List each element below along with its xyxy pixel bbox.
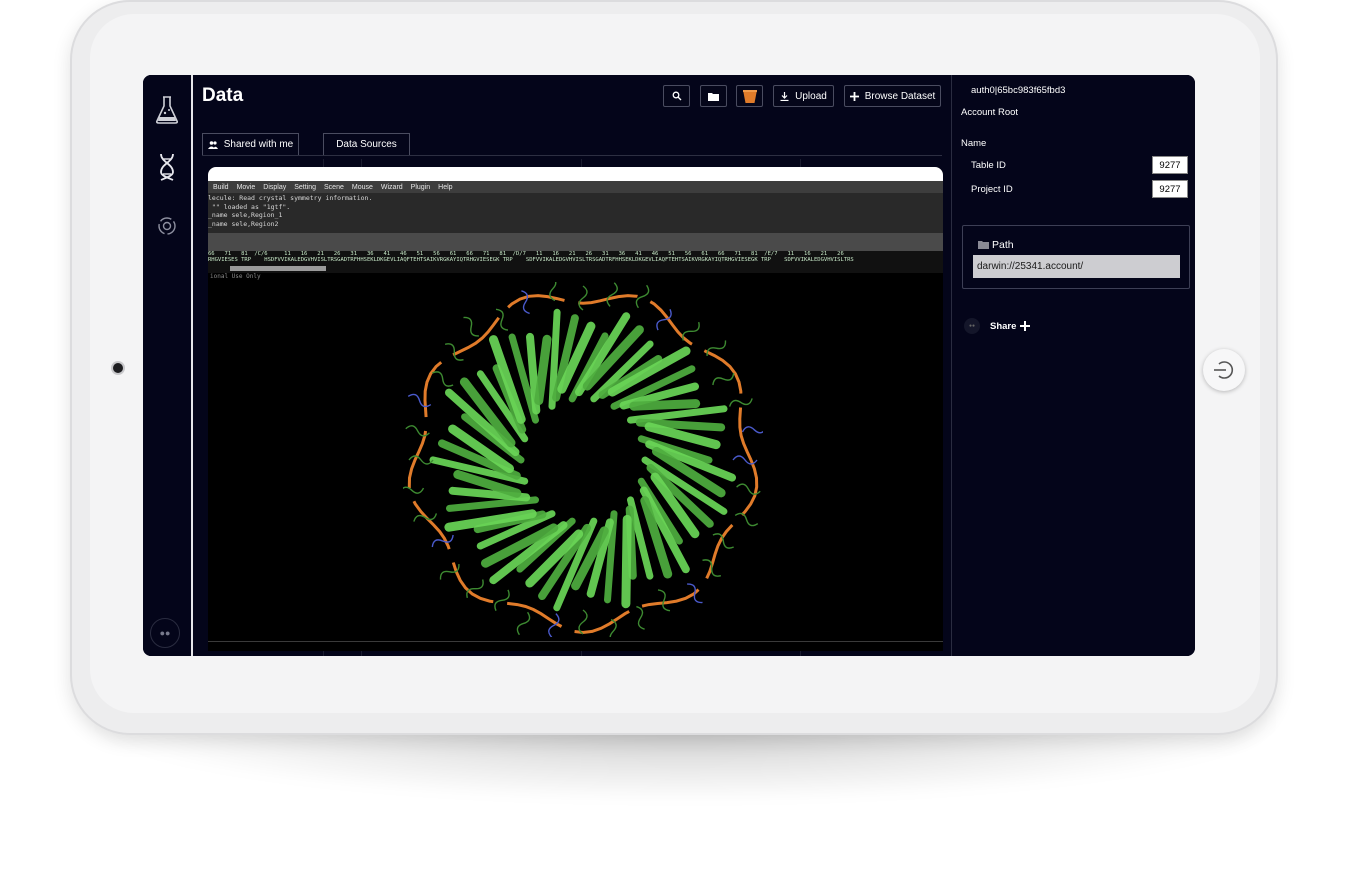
beta-strand <box>627 405 728 424</box>
browse-dataset-label: Browse Dataset <box>864 90 936 102</box>
coil-segment <box>657 589 671 612</box>
folder-icon <box>708 92 719 101</box>
plus-icon <box>849 91 859 101</box>
browse-dataset-button[interactable]: Browse Dataset <box>844 85 941 107</box>
page-title: Data <box>202 85 244 106</box>
path-input[interactable]: darwin://25341.account/ <box>973 255 1180 278</box>
coil-segment <box>516 611 531 636</box>
tab-divider <box>202 155 942 156</box>
refresh-gear-icon[interactable] <box>152 211 182 241</box>
coil-segment <box>403 486 425 494</box>
search-icon <box>672 91 681 101</box>
project-id-field[interactable]: 9277 <box>1152 180 1188 198</box>
menu-item-scene[interactable]: Scene <box>324 184 344 191</box>
coil-segment <box>494 589 510 611</box>
tab-label: Shared with me <box>223 139 294 150</box>
protein-structure-image <box>403 282 763 637</box>
menu-item-help[interactable]: Help <box>438 184 452 191</box>
path-card: Path darwin://25341.account/ <box>962 225 1190 289</box>
auth-id: auth0|65bc983f65fbd3 <box>971 85 1066 96</box>
molecule-viewer[interactable]: Build Movie Display Setting Scene Mouse … <box>208 167 943 651</box>
upload-label: Upload <box>795 90 827 102</box>
coil-segment <box>606 282 618 307</box>
sequence-scrollbar[interactable] <box>230 266 326 271</box>
upload-button[interactable]: Upload <box>773 85 834 107</box>
viewer-note: ional Use Only <box>210 273 261 280</box>
viewer-console: lecule: Read crystal symmetry informatio… <box>208 193 943 234</box>
coil-segment <box>432 371 454 387</box>
power-icon <box>1214 361 1234 379</box>
menu-item-plugin[interactable]: Plugin <box>411 184 430 191</box>
trash-bucket-icon <box>742 90 757 103</box>
coil-segment <box>413 513 438 522</box>
coil-segment <box>636 605 645 630</box>
viewer-menubar: Build Movie Display Setting Scene Mouse … <box>208 181 943 193</box>
coil-segment <box>732 455 758 465</box>
viewer-command-input[interactable] <box>208 233 943 251</box>
menu-item-build[interactable]: Build <box>213 184 229 191</box>
menu-item-movie[interactable]: Movie <box>237 184 256 191</box>
delete-button[interactable] <box>736 85 763 107</box>
coil-segment <box>702 559 722 577</box>
tab-label: Data Sources <box>336 139 397 150</box>
menu-item-wizard[interactable]: Wizard <box>381 184 403 191</box>
viewer-titlebar <box>208 167 943 181</box>
front-camera <box>113 363 123 373</box>
details-panel: auth0|65bc983f65fbd3 Account Root Name T… <box>951 75 1195 656</box>
coil-segment <box>741 426 763 434</box>
coil-segment <box>712 372 735 386</box>
users-icon <box>207 140 218 149</box>
coil-segment <box>578 609 588 635</box>
coil-segment <box>405 425 430 437</box>
path-label: Path <box>992 239 1014 251</box>
main-content: Data Upload Browse Dataset Shared with m… <box>193 75 951 656</box>
name-label: Name <box>961 138 987 149</box>
viewer-bottom-border <box>208 641 943 642</box>
folder-icon <box>978 241 989 249</box>
coil-segment <box>495 308 509 331</box>
coil-segment <box>407 393 432 408</box>
project-id-label: Project ID <box>971 184 1013 195</box>
beta-strand <box>629 399 701 411</box>
app-screen: ●● Data Upload Browse Dataset Shared wit… <box>143 75 1195 656</box>
share-avatar-icon: ●● <box>964 318 980 334</box>
flask-icon[interactable] <box>152 95 182 125</box>
beta-strand <box>621 514 632 609</box>
console-line: "" loaded as "1gtf". <box>208 202 291 211</box>
menu-item-setting[interactable]: Setting <box>294 184 316 191</box>
tab-shared-with-me[interactable]: Shared with me <box>202 133 299 155</box>
console-line: _name sele,Region2 <box>208 219 279 228</box>
coil-segment <box>656 309 672 331</box>
coil-segment <box>463 316 479 337</box>
coil-segment <box>682 321 700 341</box>
beta-strand <box>534 334 552 406</box>
sidebar: ●● <box>143 75 193 656</box>
console-line: lecule: Read crystal symmetry informatio… <box>208 194 373 202</box>
avatar-icon[interactable]: ●● <box>150 618 180 648</box>
coil-segment <box>578 285 588 311</box>
dna-icon[interactable] <box>152 152 182 182</box>
download-icon <box>780 91 789 101</box>
coil-segment <box>734 512 759 527</box>
tab-data-sources[interactable]: Data Sources <box>323 133 410 155</box>
table-id-field[interactable]: 9277 <box>1152 156 1188 174</box>
menu-item-mouse[interactable]: Mouse <box>352 184 373 191</box>
sequence-residues: RHGVIESES TRP HSDFVVIKALEDGVHVISLTRSGADT… <box>208 257 854 263</box>
coil-segment <box>444 343 464 361</box>
coil-segment <box>521 290 530 315</box>
share-add-icon[interactable] <box>1020 321 1030 331</box>
account-root-label: Account Root <box>961 107 1019 118</box>
menu-item-display[interactable]: Display <box>263 184 286 191</box>
share-label: Share <box>990 321 1017 332</box>
table-id-label: Table ID <box>971 160 1006 171</box>
home-button[interactable] <box>1203 349 1245 391</box>
folder-button[interactable] <box>700 85 727 107</box>
coil-segment <box>687 583 703 604</box>
console-line: _name sele,Region_1 <box>208 211 283 219</box>
search-button[interactable] <box>663 85 690 107</box>
coil-segment <box>609 618 617 637</box>
beta-strand <box>446 496 539 512</box>
